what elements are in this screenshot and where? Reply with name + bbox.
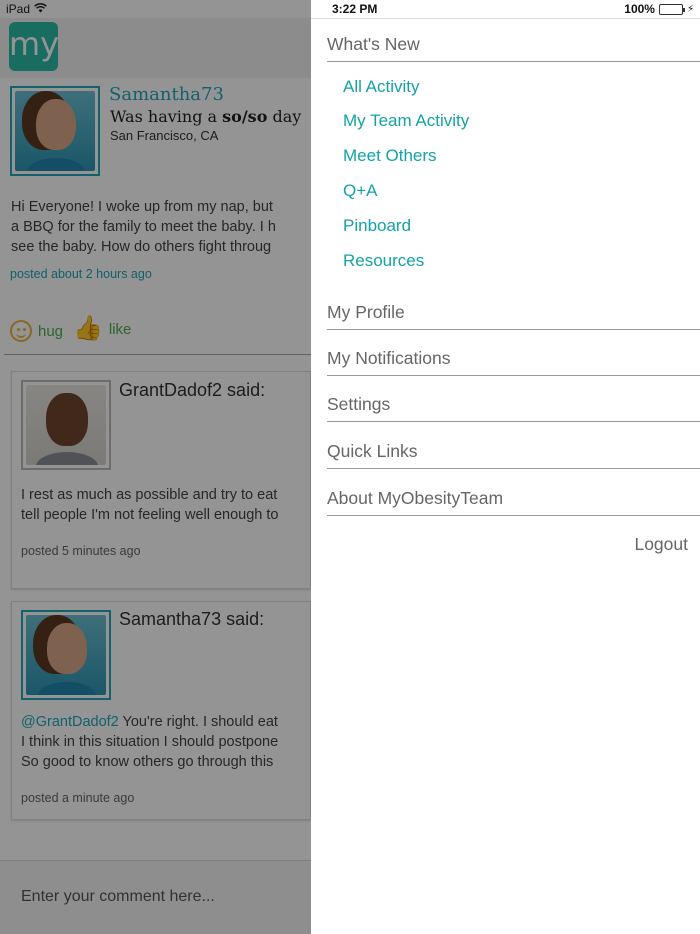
battery-icon [658, 3, 685, 15]
menu-my-notifications[interactable]: My Notifications [327, 348, 700, 376]
menu-top-border [311, 18, 700, 19]
battery-percent: 100% [624, 2, 655, 16]
charging-icon: ⚡ [686, 3, 694, 15]
menu-item-qa[interactable]: Q+A [343, 181, 378, 201]
status-time: 3:22 PM [332, 2, 378, 16]
feed-view: my Samantha73 Was having a so/so day San… [0, 0, 311, 934]
dim-overlay[interactable] [0, 0, 311, 934]
device-label: iPad [6, 2, 31, 16]
menu-item-meet-others[interactable]: Meet Others [343, 146, 437, 166]
status-right: 100% ⚡ [624, 2, 694, 16]
logout-button[interactable]: Logout [634, 534, 688, 555]
menu-about[interactable]: About MyObesityTeam [327, 488, 700, 516]
menu-quick-links[interactable]: Quick Links [327, 441, 700, 469]
menu-item-resources[interactable]: Resources [343, 251, 424, 271]
menu-whats-new[interactable]: What's New [327, 34, 700, 62]
menu-item-all-activity[interactable]: All Activity [343, 77, 420, 97]
menu-item-pinboard[interactable]: Pinboard [343, 216, 411, 236]
wifi-icon [34, 2, 47, 16]
menu-my-profile[interactable]: My Profile [327, 302, 700, 330]
status-bar: iPad 3:22 PM 100% ⚡ [0, 0, 700, 18]
menu-settings[interactable]: Settings [327, 394, 700, 422]
side-menu: What's New All Activity My Team Activity… [311, 0, 700, 934]
status-left: iPad [6, 2, 47, 16]
menu-item-my-team-activity[interactable]: My Team Activity [343, 111, 469, 131]
